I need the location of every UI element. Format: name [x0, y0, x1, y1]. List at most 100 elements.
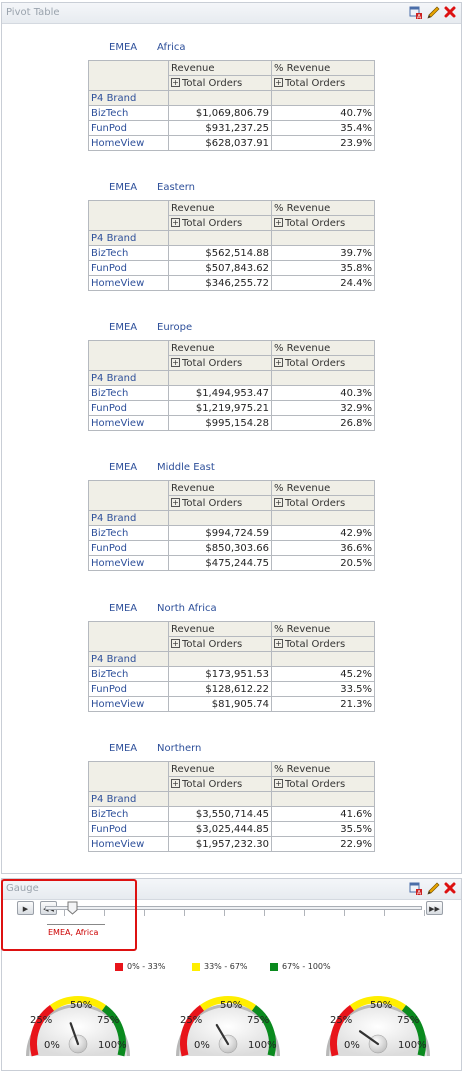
expand-icon[interactable]: + [171, 358, 180, 367]
total-orders-label: Total Orders [182, 77, 243, 89]
brand-group-header[interactable]: P4 Brand [88, 510, 169, 526]
gauge-tick-label: 100% [248, 1040, 277, 1051]
brand-link[interactable]: BizTech [88, 105, 169, 121]
brand-link[interactable]: HomeView [88, 696, 169, 712]
brand-link[interactable]: BizTech [88, 385, 169, 401]
revenue-header: Revenue [168, 340, 272, 356]
revenue-header: Revenue [168, 60, 272, 76]
city-link[interactable]: Europe [157, 322, 192, 333]
pct-revenue-cell: 39.7% [271, 245, 375, 261]
total-orders-header[interactable]: + Total Orders [271, 776, 375, 792]
revenue-cell: $173,951.53 [168, 666, 272, 682]
brand-group-row: P4 Brand [88, 230, 375, 246]
brand-link[interactable]: FunPod [88, 400, 169, 416]
total-orders-header[interactable]: + Total Orders [271, 495, 375, 511]
table-header-row: Revenue % Revenue [88, 480, 375, 511]
brand-link[interactable]: HomeView [88, 836, 169, 852]
revenue-cell: $628,037.91 [168, 135, 272, 151]
pct-revenue-cell: 35.8% [271, 260, 375, 276]
gauge: 0% 25% 50% 75% 100% [324, 978, 432, 1058]
brand-group-header[interactable]: P4 Brand [88, 90, 169, 106]
total-orders-header[interactable]: + Total Orders [168, 215, 272, 231]
close-icon[interactable] [443, 881, 457, 896]
city-link[interactable]: Africa [157, 42, 186, 53]
total-orders-header[interactable]: + Total Orders [168, 776, 272, 792]
expand-icon[interactable]: + [274, 639, 283, 648]
table-row: FunPod $850,303.66 36.6% [88, 540, 375, 556]
gauge-tick-label: 0% [44, 1040, 60, 1051]
brand-group-row: P4 Brand [88, 791, 375, 807]
brand-link[interactable]: BizTech [88, 245, 169, 261]
expand-icon[interactable]: + [171, 78, 180, 87]
brand-link[interactable]: BizTech [88, 666, 169, 682]
region-link[interactable]: EMEA [109, 743, 137, 754]
city-link[interactable]: Eastern [157, 182, 195, 193]
brand-link[interactable]: BizTech [88, 806, 169, 822]
expand-icon[interactable]: + [171, 498, 180, 507]
total-orders-header[interactable]: + Total Orders [168, 636, 272, 652]
pct-revenue-cell: 33.5% [271, 681, 375, 697]
section-title: EMEA Eastern [88, 182, 378, 200]
region-link[interactable]: EMEA [109, 182, 137, 193]
brand-group-row: P4 Brand [88, 651, 375, 667]
total-orders-label: Total Orders [285, 778, 346, 790]
expand-icon[interactable]: + [171, 639, 180, 648]
empty-cell [168, 791, 272, 807]
pct-revenue-cell: 35.5% [271, 821, 375, 837]
edit-properties-icon[interactable]: A [409, 881, 423, 897]
brand-link[interactable]: FunPod [88, 120, 169, 136]
city-link[interactable]: Middle East [157, 462, 215, 473]
brand-link[interactable]: HomeView [88, 415, 169, 431]
expand-icon[interactable]: + [274, 358, 283, 367]
table-header-row: Revenue % Revenue [88, 621, 375, 652]
legend-swatch [270, 962, 278, 971]
pencil-icon[interactable] [426, 881, 440, 896]
brand-link[interactable]: HomeView [88, 555, 169, 571]
close-icon[interactable] [443, 5, 457, 20]
edit-properties-icon[interactable]: A [409, 5, 423, 21]
pivot-table: Revenue % Revenue + Total Orders + Total O… [88, 761, 375, 852]
next-button[interactable]: ▶▶ [426, 901, 443, 915]
total-orders-header[interactable]: + Total Orders [168, 495, 272, 511]
brand-group-header[interactable]: P4 Brand [88, 370, 169, 386]
region-link[interactable]: EMEA [109, 322, 137, 333]
total-orders-header[interactable]: + Total Orders [271, 636, 375, 652]
expand-icon[interactable]: + [274, 78, 283, 87]
region-link[interactable]: EMEA [109, 42, 137, 53]
city-link[interactable]: Northern [157, 743, 201, 754]
brand-link[interactable]: FunPod [88, 540, 169, 556]
table-row: BizTech $562,514.88 39.7% [88, 245, 375, 261]
total-orders-header[interactable]: + Total Orders [271, 215, 375, 231]
brand-group-header[interactable]: P4 Brand [88, 651, 169, 667]
total-orders-header[interactable]: + Total Orders [168, 355, 272, 371]
brand-link[interactable]: FunPod [88, 681, 169, 697]
city-link[interactable]: North Africa [157, 603, 217, 614]
brand-link[interactable]: BizTech [88, 525, 169, 541]
brand-link[interactable]: HomeView [88, 275, 169, 291]
total-orders-header[interactable]: + Total Orders [271, 355, 375, 371]
pct-revenue-cell: 24.4% [271, 275, 375, 291]
expand-icon[interactable]: + [171, 218, 180, 227]
gauge-tick-label: 75% [97, 1015, 120, 1026]
expand-icon[interactable]: + [171, 779, 180, 788]
revenue-cell: $995,154.28 [168, 415, 272, 431]
brand-group-header[interactable]: P4 Brand [88, 791, 169, 807]
empty-cell [168, 651, 272, 667]
gauge-tick-label: 100% [398, 1040, 427, 1051]
expand-icon[interactable]: + [274, 498, 283, 507]
expand-icon[interactable]: + [274, 779, 283, 788]
pct-revenue-cell: 40.7% [271, 105, 375, 121]
brand-link[interactable]: FunPod [88, 260, 169, 276]
brand-link[interactable]: FunPod [88, 821, 169, 837]
expand-icon[interactable]: + [274, 218, 283, 227]
pencil-icon[interactable] [426, 5, 440, 20]
total-orders-label: Total Orders [285, 638, 346, 650]
region-link[interactable]: EMEA [109, 462, 137, 473]
brand-group-header[interactable]: P4 Brand [88, 230, 169, 246]
total-orders-header[interactable]: + Total Orders [168, 75, 272, 91]
total-orders-header[interactable]: + Total Orders [271, 75, 375, 91]
legend-label: 33% - 67% [204, 962, 248, 971]
brand-link[interactable]: HomeView [88, 135, 169, 151]
region-link[interactable]: EMEA [109, 603, 137, 614]
gauge-tick-label: 75% [247, 1015, 270, 1026]
